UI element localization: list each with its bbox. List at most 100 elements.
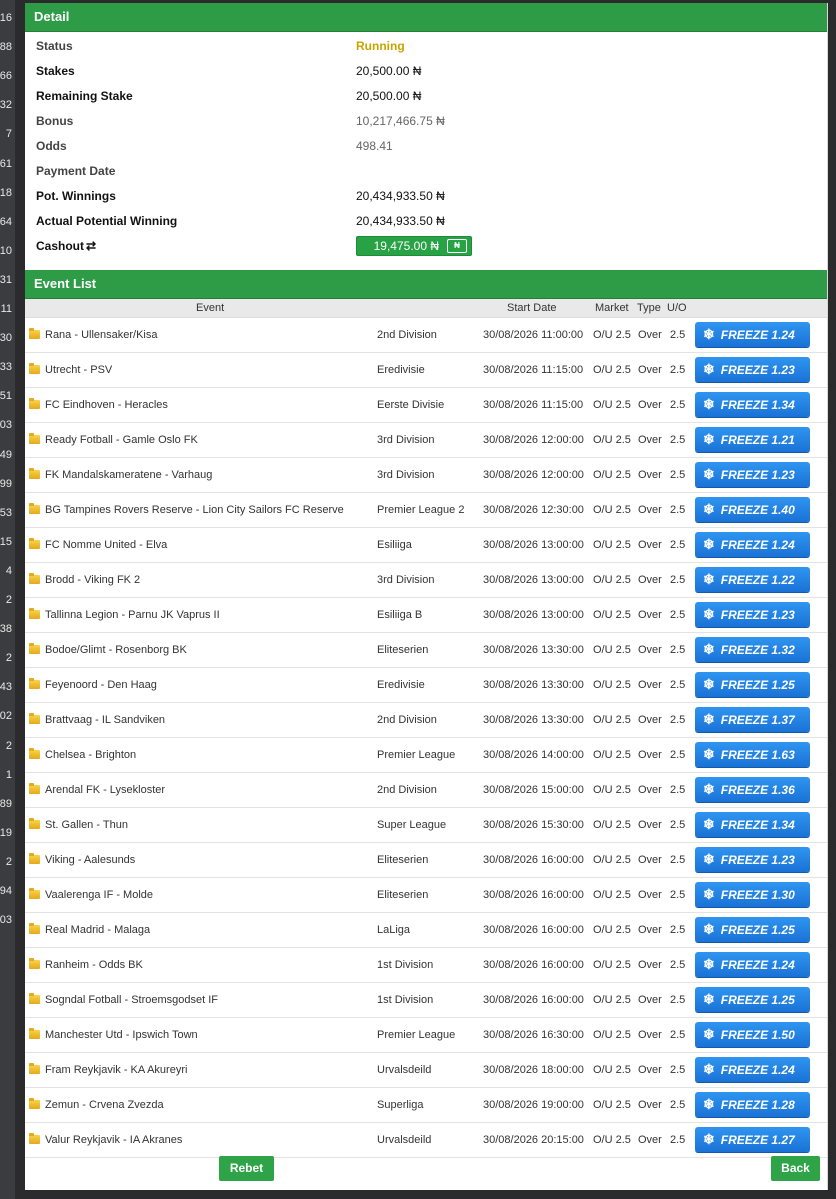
event-row: Real Madrid - Malaga LaLiga 30/08/2026 16:… — [25, 913, 827, 948]
folder-icon — [29, 783, 40, 794]
edge-number: 89 — [0, 797, 12, 810]
freeze-button[interactable]: ❄ FREEZE 1.24 — [695, 322, 810, 347]
event-uo: 2.5 — [670, 364, 686, 376]
folder-icon — [29, 363, 40, 374]
freeze-button[interactable]: ❄ FREEZE 1.25 — [695, 987, 810, 1012]
event-row: Ranheim - Odds BK 1st Division 30/08/2026 … — [25, 948, 827, 983]
freeze-button[interactable]: ❄ FREEZE 1.34 — [695, 392, 810, 417]
event-market: O/U 2.5 — [593, 469, 631, 481]
freeze-button[interactable]: ❄ FREEZE 1.32 — [695, 637, 810, 662]
bonus-label: Bonus — [36, 114, 74, 128]
event-name: Real Madrid - Malaga — [45, 924, 151, 936]
event-row: Feyenoord - Den Haag Eredivisie 30/08/2026… — [25, 668, 827, 703]
freeze-button[interactable]: ❄ FREEZE 1.40 — [695, 497, 810, 522]
edge-number: 10 — [0, 244, 12, 257]
freeze-button[interactable]: ❄ FREEZE 1.24 — [695, 532, 810, 557]
sync-icon[interactable]: ⇄ — [86, 239, 96, 253]
freeze-button[interactable]: ❄ FREEZE 1.28 — [695, 1092, 810, 1117]
freeze-button[interactable]: ❄ FREEZE 1.25 — [695, 672, 810, 697]
event-start-date: 30/08/2026 13:30:00 — [483, 714, 584, 726]
event-league: Premier League 2 — [377, 504, 465, 516]
col-event: Event — [196, 302, 225, 314]
edge-number: 49 — [0, 448, 12, 461]
detail-row-odds: Odds 498.41 — [25, 133, 827, 158]
edge-number: 61 — [0, 157, 12, 170]
freeze-button[interactable]: ❄ FREEZE 1.37 — [695, 707, 810, 732]
event-name: Arendal FK - Lysekloster — [45, 784, 166, 796]
event-uo: 2.5 — [670, 854, 686, 866]
freeze-button[interactable]: ❄ FREEZE 1.34 — [695, 812, 810, 837]
event-row: Ready Fotball - Gamle Oslo FK 3rd Divisio… — [25, 423, 827, 458]
edge-number: 31 — [0, 273, 12, 286]
event-uo: 2.5 — [670, 749, 686, 761]
snowflake-icon: ❄ — [703, 956, 715, 972]
freeze-button[interactable]: ❄ FREEZE 1.36 — [695, 777, 810, 802]
freeze-button[interactable]: ❄ FREEZE 1.23 — [695, 357, 810, 382]
event-start-date: 30/08/2026 16:00:00 — [483, 924, 584, 936]
event-start-date: 30/08/2026 15:00:00 — [483, 784, 584, 796]
event-league: 2nd Division — [377, 784, 437, 796]
edge-number: 03 — [0, 419, 12, 432]
event-name: Feyenoord - Den Haag — [45, 679, 157, 691]
snowflake-icon: ❄ — [703, 851, 715, 867]
event-market: O/U 2.5 — [593, 504, 631, 516]
folder-icon — [29, 538, 40, 549]
event-league: 3rd Division — [377, 469, 435, 481]
folder-icon — [29, 643, 40, 654]
freeze-button[interactable]: ❄ FREEZE 1.25 — [695, 917, 810, 942]
event-league: 2nd Division — [377, 714, 437, 726]
freeze-button[interactable]: ❄ FREEZE 1.63 — [695, 742, 810, 767]
folder-icon — [29, 1098, 40, 1109]
event-market: O/U 2.5 — [593, 1064, 631, 1076]
event-name: FC Nomme United - Elva — [45, 539, 168, 551]
event-start-date: 30/08/2026 13:00:00 — [483, 574, 584, 586]
remaining-stake-label: Remaining Stake — [36, 89, 133, 103]
col-market: Market — [595, 302, 629, 314]
event-row: Manchester Utd - Ipswich Town Premier Lea… — [25, 1018, 827, 1053]
event-type: Over — [638, 959, 662, 971]
freeze-button[interactable]: ❄ FREEZE 1.24 — [695, 1057, 810, 1082]
freeze-button[interactable]: ❄ FREEZE 1.30 — [695, 882, 810, 907]
event-market: O/U 2.5 — [593, 1134, 631, 1146]
freeze-button[interactable]: ❄ FREEZE 1.23 — [695, 602, 810, 627]
folder-icon — [29, 328, 40, 339]
event-row: FC Nomme United - Elva Esiliiga 30/08/2026… — [25, 528, 827, 563]
freeze-label: FREEZE 1.34 — [720, 817, 795, 832]
rebet-button[interactable]: Rebet — [219, 1156, 274, 1181]
cashout-button[interactable]: 19,475.00 ₦ ₦ — [356, 236, 472, 256]
freeze-button[interactable]: ❄ FREEZE 1.27 — [695, 1127, 810, 1152]
freeze-label: FREEZE 1.23 — [720, 467, 795, 482]
freeze-button[interactable]: ❄ FREEZE 1.50 — [695, 1022, 810, 1047]
folder-icon — [29, 1063, 40, 1074]
freeze-label: FREEZE 1.24 — [720, 327, 795, 342]
event-uo: 2.5 — [670, 1064, 686, 1076]
edge-number: 53 — [0, 506, 12, 519]
freeze-label: FREEZE 1.36 — [720, 782, 795, 797]
back-button[interactable]: Back — [771, 1156, 820, 1181]
event-name: Tallinna Legion - Parnu JK Vaprus II — [45, 609, 220, 621]
freeze-button[interactable]: ❄ FREEZE 1.24 — [695, 952, 810, 977]
event-league: Super League — [377, 819, 447, 831]
event-market: O/U 2.5 — [593, 329, 631, 341]
event-market: O/U 2.5 — [593, 994, 631, 1006]
event-market: O/U 2.5 — [593, 714, 631, 726]
odds-value: 498.41 — [356, 139, 393, 153]
freeze-button[interactable]: ❄ FREEZE 1.23 — [695, 847, 810, 872]
event-type: Over — [638, 994, 662, 1006]
cashout-amount: 19,475.00 ₦ — [373, 239, 439, 253]
event-row: St. Gallen - Thun Super League 30/08/2026 … — [25, 808, 827, 843]
footer-actions: Rebet Back — [25, 1156, 827, 1190]
snowflake-icon: ❄ — [703, 676, 715, 692]
event-name: Rana - Ullensaker/Kisa — [45, 329, 158, 341]
freeze-label: FREEZE 1.34 — [720, 397, 795, 412]
event-type: Over — [638, 749, 662, 761]
folder-icon — [29, 853, 40, 864]
snowflake-icon: ❄ — [703, 1096, 715, 1112]
event-league: 1st Division — [377, 959, 434, 971]
payment-date-label: Payment Date — [36, 164, 116, 178]
freeze-button[interactable]: ❄ FREEZE 1.23 — [695, 462, 810, 487]
freeze-button[interactable]: ❄ FREEZE 1.22 — [695, 567, 810, 592]
event-name: Utrecht - PSV — [45, 364, 113, 376]
event-name: BG Tampines Rovers Reserve - Lion City S… — [45, 504, 344, 516]
freeze-button[interactable]: ❄ FREEZE 1.21 — [695, 427, 810, 452]
